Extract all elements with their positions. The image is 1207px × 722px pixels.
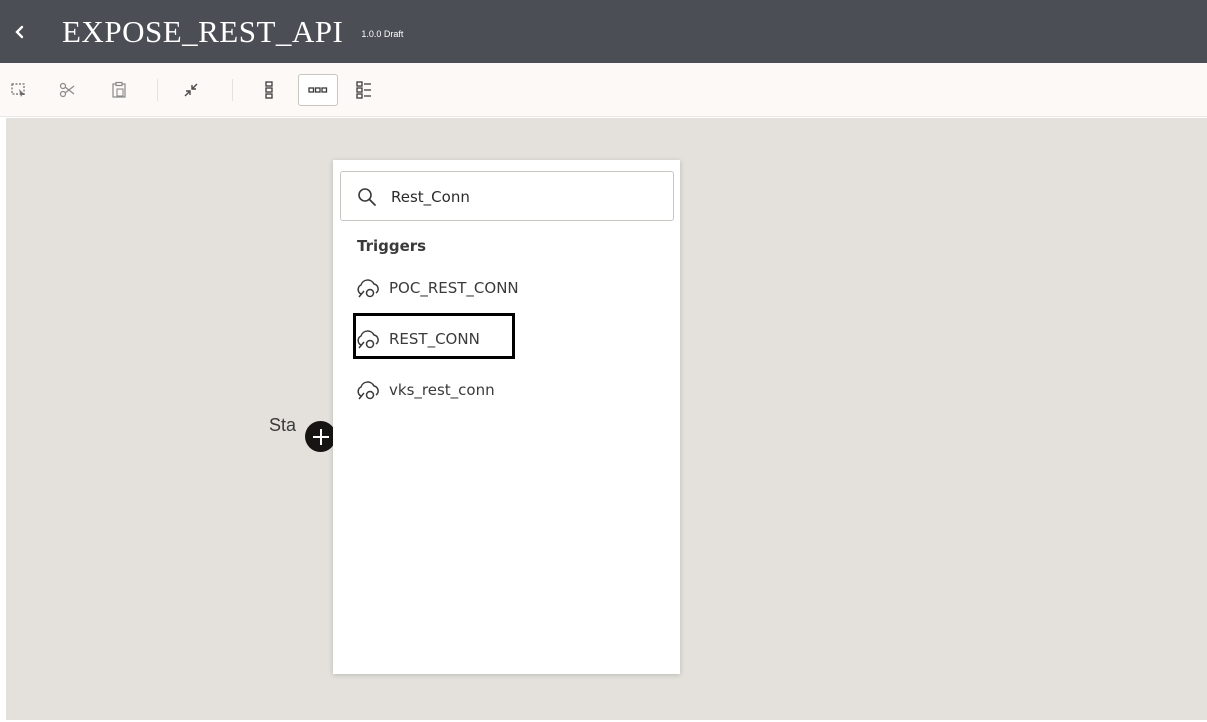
cut-button[interactable] [54, 77, 80, 103]
chevron-left-icon [15, 25, 24, 38]
trigger-item-poc-rest-conn[interactable]: POC_REST_CONN [355, 272, 655, 304]
toolbar [0, 63, 1207, 117]
toolbar-divider [232, 79, 233, 101]
plus-icon [312, 428, 329, 445]
select-icon [11, 83, 25, 97]
selection-highlight [353, 313, 515, 359]
paste-button[interactable] [106, 77, 132, 103]
cloud-connection-icon [357, 381, 379, 400]
select-button[interactable] [6, 77, 32, 103]
cut-icon [59, 82, 75, 98]
start-node-label: Sta [269, 415, 297, 435]
page-title: EXPOSE_REST_API [62, 13, 344, 49]
pseudo-view-icon [356, 81, 371, 99]
horizontal-layout-icon [308, 87, 328, 93]
vertical-layout-button[interactable] [256, 77, 282, 103]
trigger-picker-popup: Triggers POC_REST_CONN REST_CONN vks_res… [333, 160, 680, 674]
trigger-item-label: POC_REST_CONN [389, 279, 519, 297]
toolbar-divider [157, 79, 158, 101]
header-bar: EXPOSE_REST_API 1.0.0 Draft [0, 0, 1207, 63]
collapse-button[interactable] [178, 77, 204, 103]
search-field[interactable] [340, 171, 674, 221]
search-icon [356, 186, 378, 208]
collapse-icon [184, 83, 198, 97]
add-action-button[interactable] [305, 421, 336, 452]
cloud-connection-icon [357, 279, 379, 298]
trigger-item-vks-rest-conn[interactable]: vks_rest_conn [355, 374, 655, 406]
trigger-item-label: vks_rest_conn [389, 381, 495, 399]
search-input[interactable] [391, 184, 661, 210]
horizontal-layout-button[interactable] [298, 74, 338, 106]
paste-icon [112, 81, 126, 98]
back-button[interactable] [0, 0, 40, 63]
triggers-heading: Triggers [357, 237, 427, 255]
pseudo-view-button[interactable] [351, 77, 377, 103]
vertical-layout-icon [265, 81, 273, 99]
version-badge: 1.0.0 Draft [361, 28, 404, 39]
